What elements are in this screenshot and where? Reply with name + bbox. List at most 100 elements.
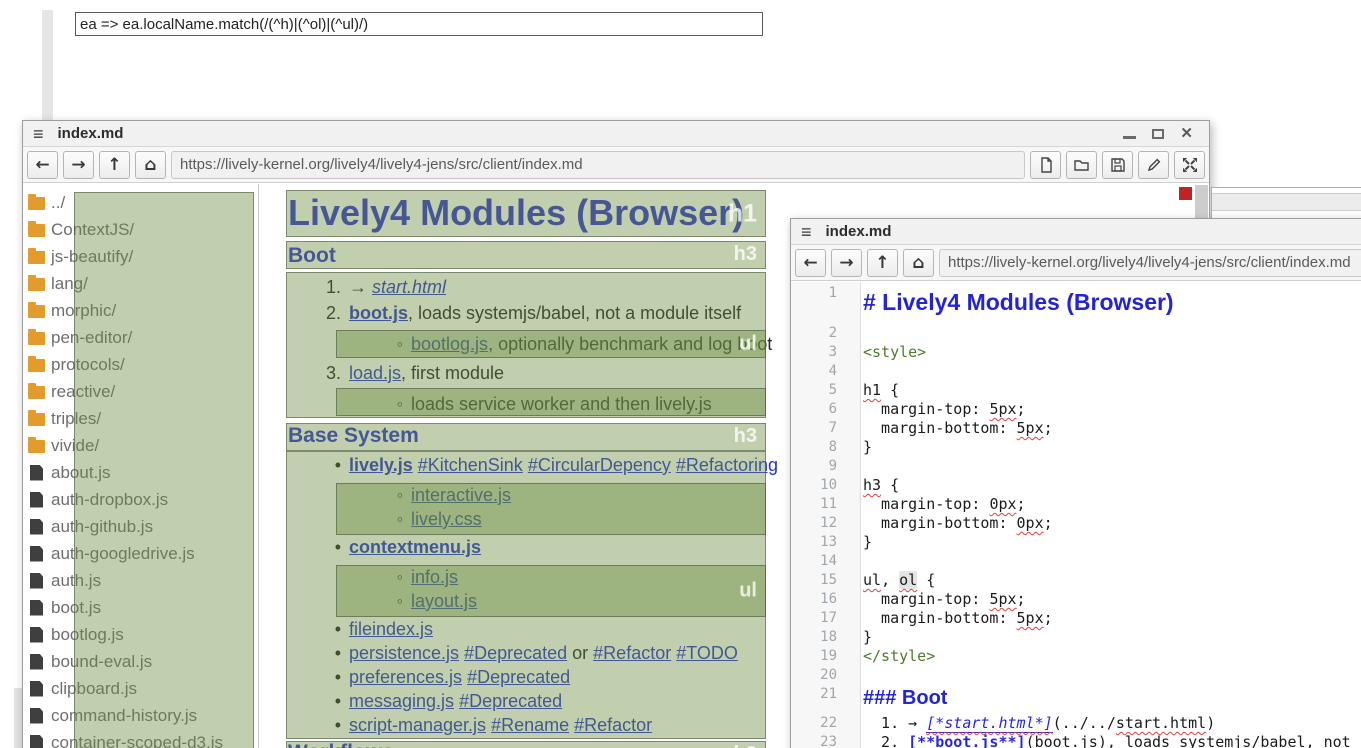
editor-line[interactable]: 21 ### Boot	[791, 685, 1361, 714]
editor-line[interactable]: 7 margin-bottom: 5px;	[791, 419, 1361, 438]
file-list-item[interactable]: bootlog.js	[23, 621, 258, 648]
file-list-item[interactable]: auth-googledrive.js	[23, 540, 258, 567]
md-segment: or	[567, 643, 593, 663]
window-menu-icon[interactable]: ≡	[33, 125, 44, 143]
editor-line[interactable]: 20	[791, 666, 1361, 685]
file-list-item[interactable]: container-scoped-d3.js	[23, 729, 258, 748]
file-list-item[interactable]: auth-github.js	[23, 513, 258, 540]
back-button[interactable]: ←	[795, 249, 826, 277]
home-button[interactable]: ⌂	[903, 249, 934, 277]
file-list-item[interactable]: boot.js	[23, 594, 258, 621]
editor-line[interactable]: 13 }	[791, 533, 1361, 552]
md-segment: #Deprecated	[467, 667, 570, 687]
file-list-item[interactable]: ContextJS/	[23, 216, 258, 243]
editor-line[interactable]: 19 </style>	[791, 647, 1361, 666]
file-list-item[interactable]: reactive/	[23, 378, 258, 405]
save-button[interactable]	[1102, 151, 1133, 179]
file-list-item[interactable]: lang/	[23, 270, 258, 297]
md-segment: #Deprecated	[459, 691, 562, 711]
file-list-item[interactable]: ../	[23, 189, 258, 216]
editor-line[interactable]: 4	[791, 362, 1361, 381]
edit-button[interactable]	[1138, 151, 1169, 179]
editor-line[interactable]: 9	[791, 457, 1361, 476]
md-segment: contextmenu.js	[349, 537, 481, 557]
url-input[interactable]	[939, 249, 1361, 277]
editor-line[interactable]: 14	[791, 552, 1361, 571]
editor-line[interactable]: 2	[791, 324, 1361, 343]
editor-lines: 1 # Lively4 Modules (Browser) 2 3 <style…	[791, 282, 1361, 748]
editor-line[interactable]: 16 margin-top: 5px;	[791, 590, 1361, 609]
editor-line[interactable]: 5 h1 {	[791, 381, 1361, 400]
file-list-item[interactable]: clipboard.js	[23, 675, 258, 702]
list-marker: ◦	[377, 565, 403, 589]
list-marker: ◦	[377, 507, 403, 531]
editor-line[interactable]: 11 margin-top: 0px;	[791, 495, 1361, 514]
up-button[interactable]: ↑	[867, 249, 898, 277]
file-name: triples/	[51, 409, 101, 429]
code-segment: js	[1080, 733, 1098, 748]
file-type-icon	[30, 627, 43, 643]
home-button[interactable]: ⌂	[135, 151, 166, 179]
file-name: auth.js	[51, 571, 101, 591]
file-type-icon	[30, 708, 43, 724]
file-type-icon	[28, 251, 45, 264]
code-segment: ;	[1017, 495, 1026, 513]
up-button[interactable]: ↑	[99, 151, 130, 179]
window2-toolbar: ← → ↑ ⌂	[791, 245, 1361, 281]
editor-line[interactable]: 22 1. → [*start.html*](../../start.html)	[791, 714, 1361, 733]
editor-line[interactable]: 6 margin-top: 5px;	[791, 400, 1361, 419]
forward-button[interactable]: →	[63, 151, 94, 179]
editor-line[interactable]: 8 }	[791, 438, 1361, 457]
file-type-icon	[28, 224, 45, 237]
file-list-item[interactable]: command-history.js	[23, 702, 258, 729]
file-list-item[interactable]: morphic/	[23, 297, 258, 324]
file-list-item[interactable]: protocols/	[23, 351, 258, 378]
editor-line[interactable]: 18 }	[791, 628, 1361, 647]
list-marker: •	[315, 453, 341, 477]
editor-line[interactable]: 3 <style>	[791, 343, 1361, 362]
file-name: ContextJS/	[51, 220, 134, 240]
code-segment: }	[863, 628, 872, 646]
close-icon[interactable]: ✕	[1180, 126, 1193, 141]
editor-line[interactable]: 17 margin-bottom: 5px;	[791, 609, 1361, 628]
line-number: 22	[791, 714, 849, 733]
md-segment: load.js	[349, 363, 401, 383]
file-list-item[interactable]: triples/	[23, 405, 258, 432]
file-name: bound-eval.js	[51, 652, 152, 672]
minimize-icon[interactable]	[1123, 136, 1136, 139]
url-input[interactable]	[171, 151, 1025, 179]
fullscreen-button[interactable]	[1174, 151, 1205, 179]
back-button[interactable]: ←	[27, 151, 58, 179]
editor-line[interactable]: 12 margin-bottom: 0px;	[791, 514, 1361, 533]
code-segment: margin-bottom:	[863, 514, 1017, 532]
filter-expression-input[interactable]	[75, 12, 763, 36]
file-list-item[interactable]: about.js	[23, 459, 258, 486]
maximize-icon[interactable]	[1152, 129, 1164, 139]
editor-line[interactable]: 1 # Lively4 Modules (Browser)	[791, 284, 1361, 324]
file-list-item[interactable]: auth-dropbox.js	[23, 486, 258, 513]
desktop: ≡ index.md ✕ ← → ↑ ⌂	[0, 0, 1361, 748]
file-type-icon	[30, 573, 43, 589]
window2-titlebar[interactable]: ≡ index.md	[791, 219, 1361, 245]
file-name: vivide/	[51, 436, 99, 456]
line-number: 4	[791, 362, 849, 381]
editor-line[interactable]: 15 ul, ol {	[791, 571, 1361, 590]
source-editor[interactable]: 1 # Lively4 Modules (Browser) 2 3 <style…	[791, 282, 1361, 748]
new-file-button[interactable]	[1030, 151, 1061, 179]
line-code: # Lively4 Modules (Browser)	[849, 284, 1174, 320]
file-name: auth-github.js	[51, 517, 153, 537]
file-list-item[interactable]: pen-editor/	[23, 324, 258, 351]
open-folder-button[interactable]	[1066, 151, 1097, 179]
file-list-item[interactable]: js-beautify/	[23, 243, 258, 270]
window-menu-icon[interactable]: ≡	[801, 223, 812, 241]
editor-line[interactable]: 10 h3 {	[791, 476, 1361, 495]
window1-titlebar[interactable]: ≡ index.md ✕	[23, 121, 1209, 147]
forward-button[interactable]: →	[831, 249, 862, 277]
line-number: 14	[791, 552, 849, 571]
file-list-item[interactable]: vivide/	[23, 432, 258, 459]
file-name: clipboard.js	[51, 679, 137, 699]
file-list-item[interactable]: bound-eval.js	[23, 648, 258, 675]
line-number: 21	[791, 685, 849, 704]
file-list-item[interactable]: auth.js	[23, 567, 258, 594]
editor-line[interactable]: 23 2. [**boot.js**](boot.js), loads syst…	[791, 733, 1361, 748]
